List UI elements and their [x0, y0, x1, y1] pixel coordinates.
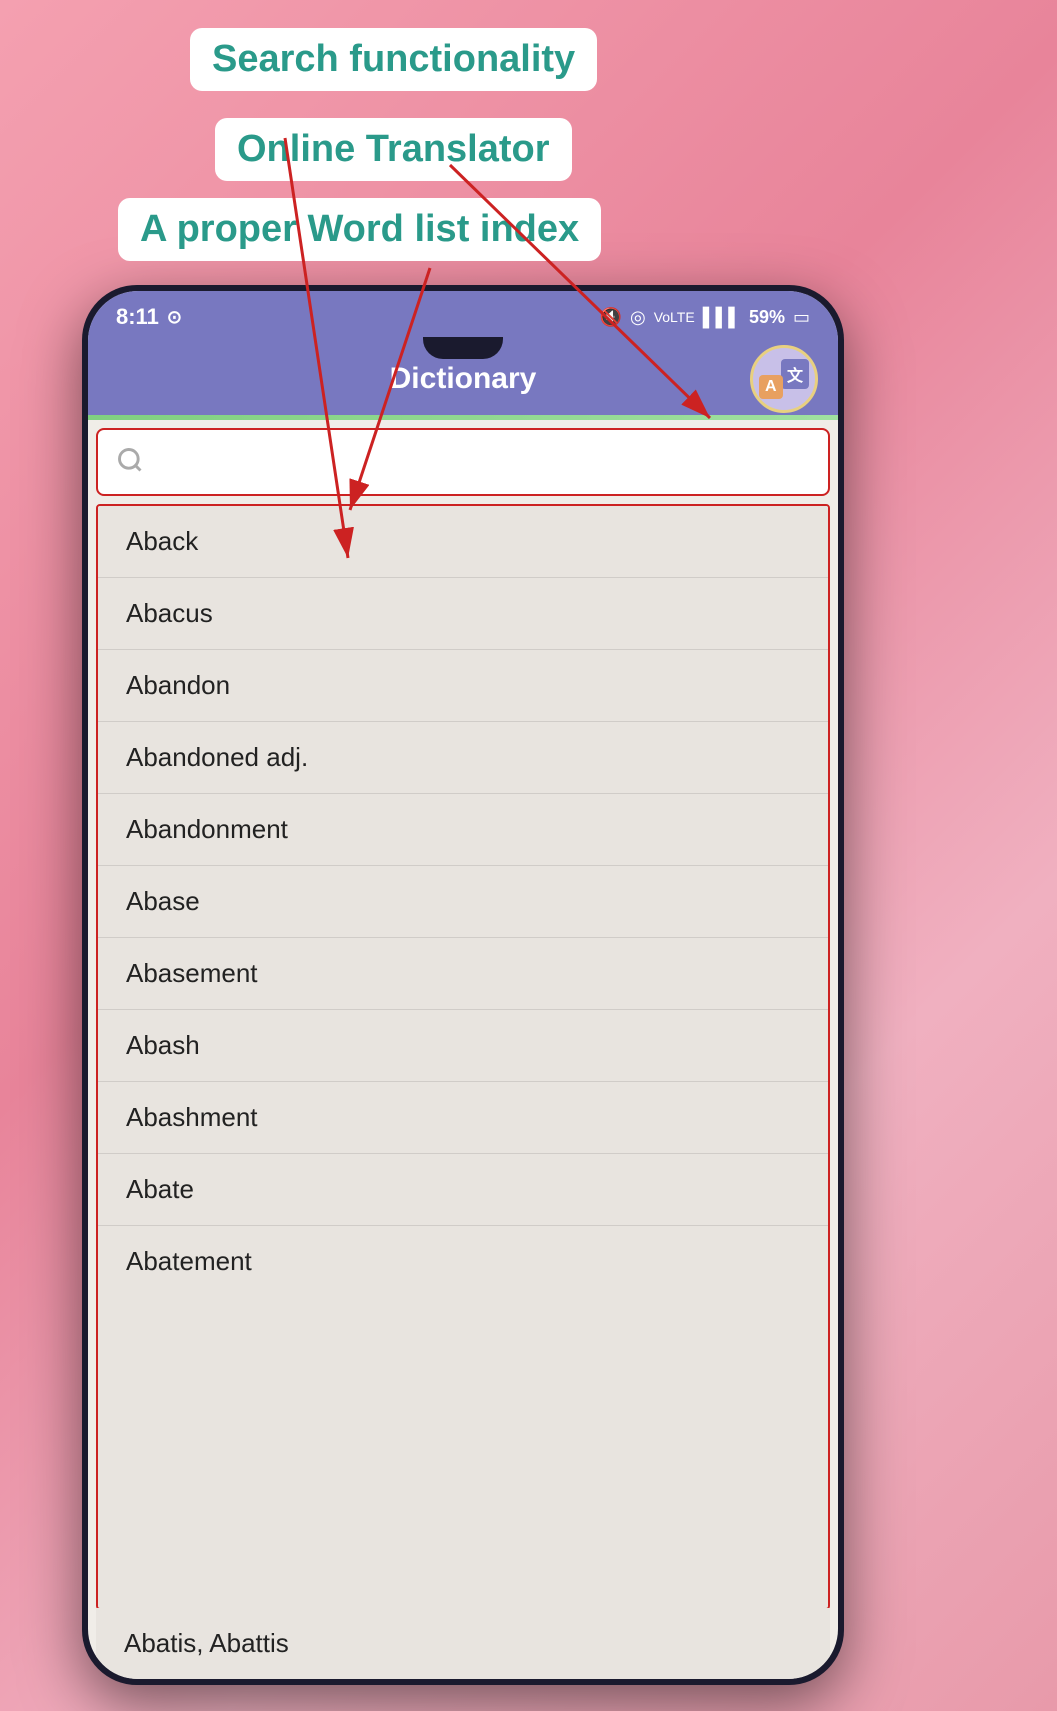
phone-frame: 8:11 ⊙ 🔇 ◎ VoLTE ▌▌▌ 59% ▭ Dictionary 文 …: [82, 285, 844, 1685]
phone-screen: 8:11 ⊙ 🔇 ◎ VoLTE ▌▌▌ 59% ▭ Dictionary 文 …: [88, 291, 838, 1679]
word-item-abasement[interactable]: Abasement: [98, 938, 828, 1010]
lte-icon: VoLTE: [654, 309, 695, 325]
battery-display: 59%: [749, 307, 785, 328]
translate-button-inner: 文 A: [759, 359, 809, 399]
wifi-icon: ◎: [630, 307, 646, 328]
english-icon: A: [759, 375, 783, 399]
status-icons: 🔇 ◎ VoLTE ▌▌▌ 59% ▭: [600, 307, 810, 328]
word-item-aback[interactable]: Aback: [98, 506, 828, 578]
search-container: [96, 428, 830, 496]
whatsapp-icon: ⊙: [167, 307, 182, 328]
phone-notch: [423, 337, 503, 359]
status-bar: 8:11 ⊙ 🔇 ◎ VoLTE ▌▌▌ 59% ▭: [88, 291, 838, 343]
search-input[interactable]: [156, 448, 810, 476]
search-icon: [116, 446, 144, 479]
app-title: Dictionary: [390, 362, 537, 396]
app-bar-underline: [88, 415, 838, 420]
word-item-abash[interactable]: Abash: [98, 1010, 828, 1082]
time-display: 8:11: [116, 304, 159, 330]
chinese-icon: 文: [781, 359, 809, 389]
word-item-abatis[interactable]: Abatis, Abattis: [96, 1608, 830, 1679]
status-time: 8:11 ⊙: [116, 304, 182, 330]
word-item-abatement[interactable]: Abatement: [98, 1226, 828, 1297]
signal-icon: ▌▌▌: [703, 307, 741, 328]
word-item-abandoned[interactable]: Abandoned adj.: [98, 722, 828, 794]
word-list-index-label: A proper Word list index: [118, 198, 601, 261]
translate-button[interactable]: 文 A: [750, 345, 818, 413]
word-item-abandonment[interactable]: Abandonment: [98, 794, 828, 866]
mute-icon: 🔇: [600, 307, 622, 328]
word-list: Aback Abacus Abandon Abandoned adj. Aban…: [96, 504, 830, 1610]
online-translator-label: Online Translator: [215, 118, 572, 181]
word-item-abandon[interactable]: Abandon: [98, 650, 828, 722]
word-item-abashment[interactable]: Abashment: [98, 1082, 828, 1154]
word-item-abase[interactable]: Abase: [98, 866, 828, 938]
word-item-abacus[interactable]: Abacus: [98, 578, 828, 650]
search-functionality-label: Search functionality: [190, 28, 597, 91]
word-item-abate[interactable]: Abate: [98, 1154, 828, 1226]
battery-icon: ▭: [793, 307, 810, 328]
